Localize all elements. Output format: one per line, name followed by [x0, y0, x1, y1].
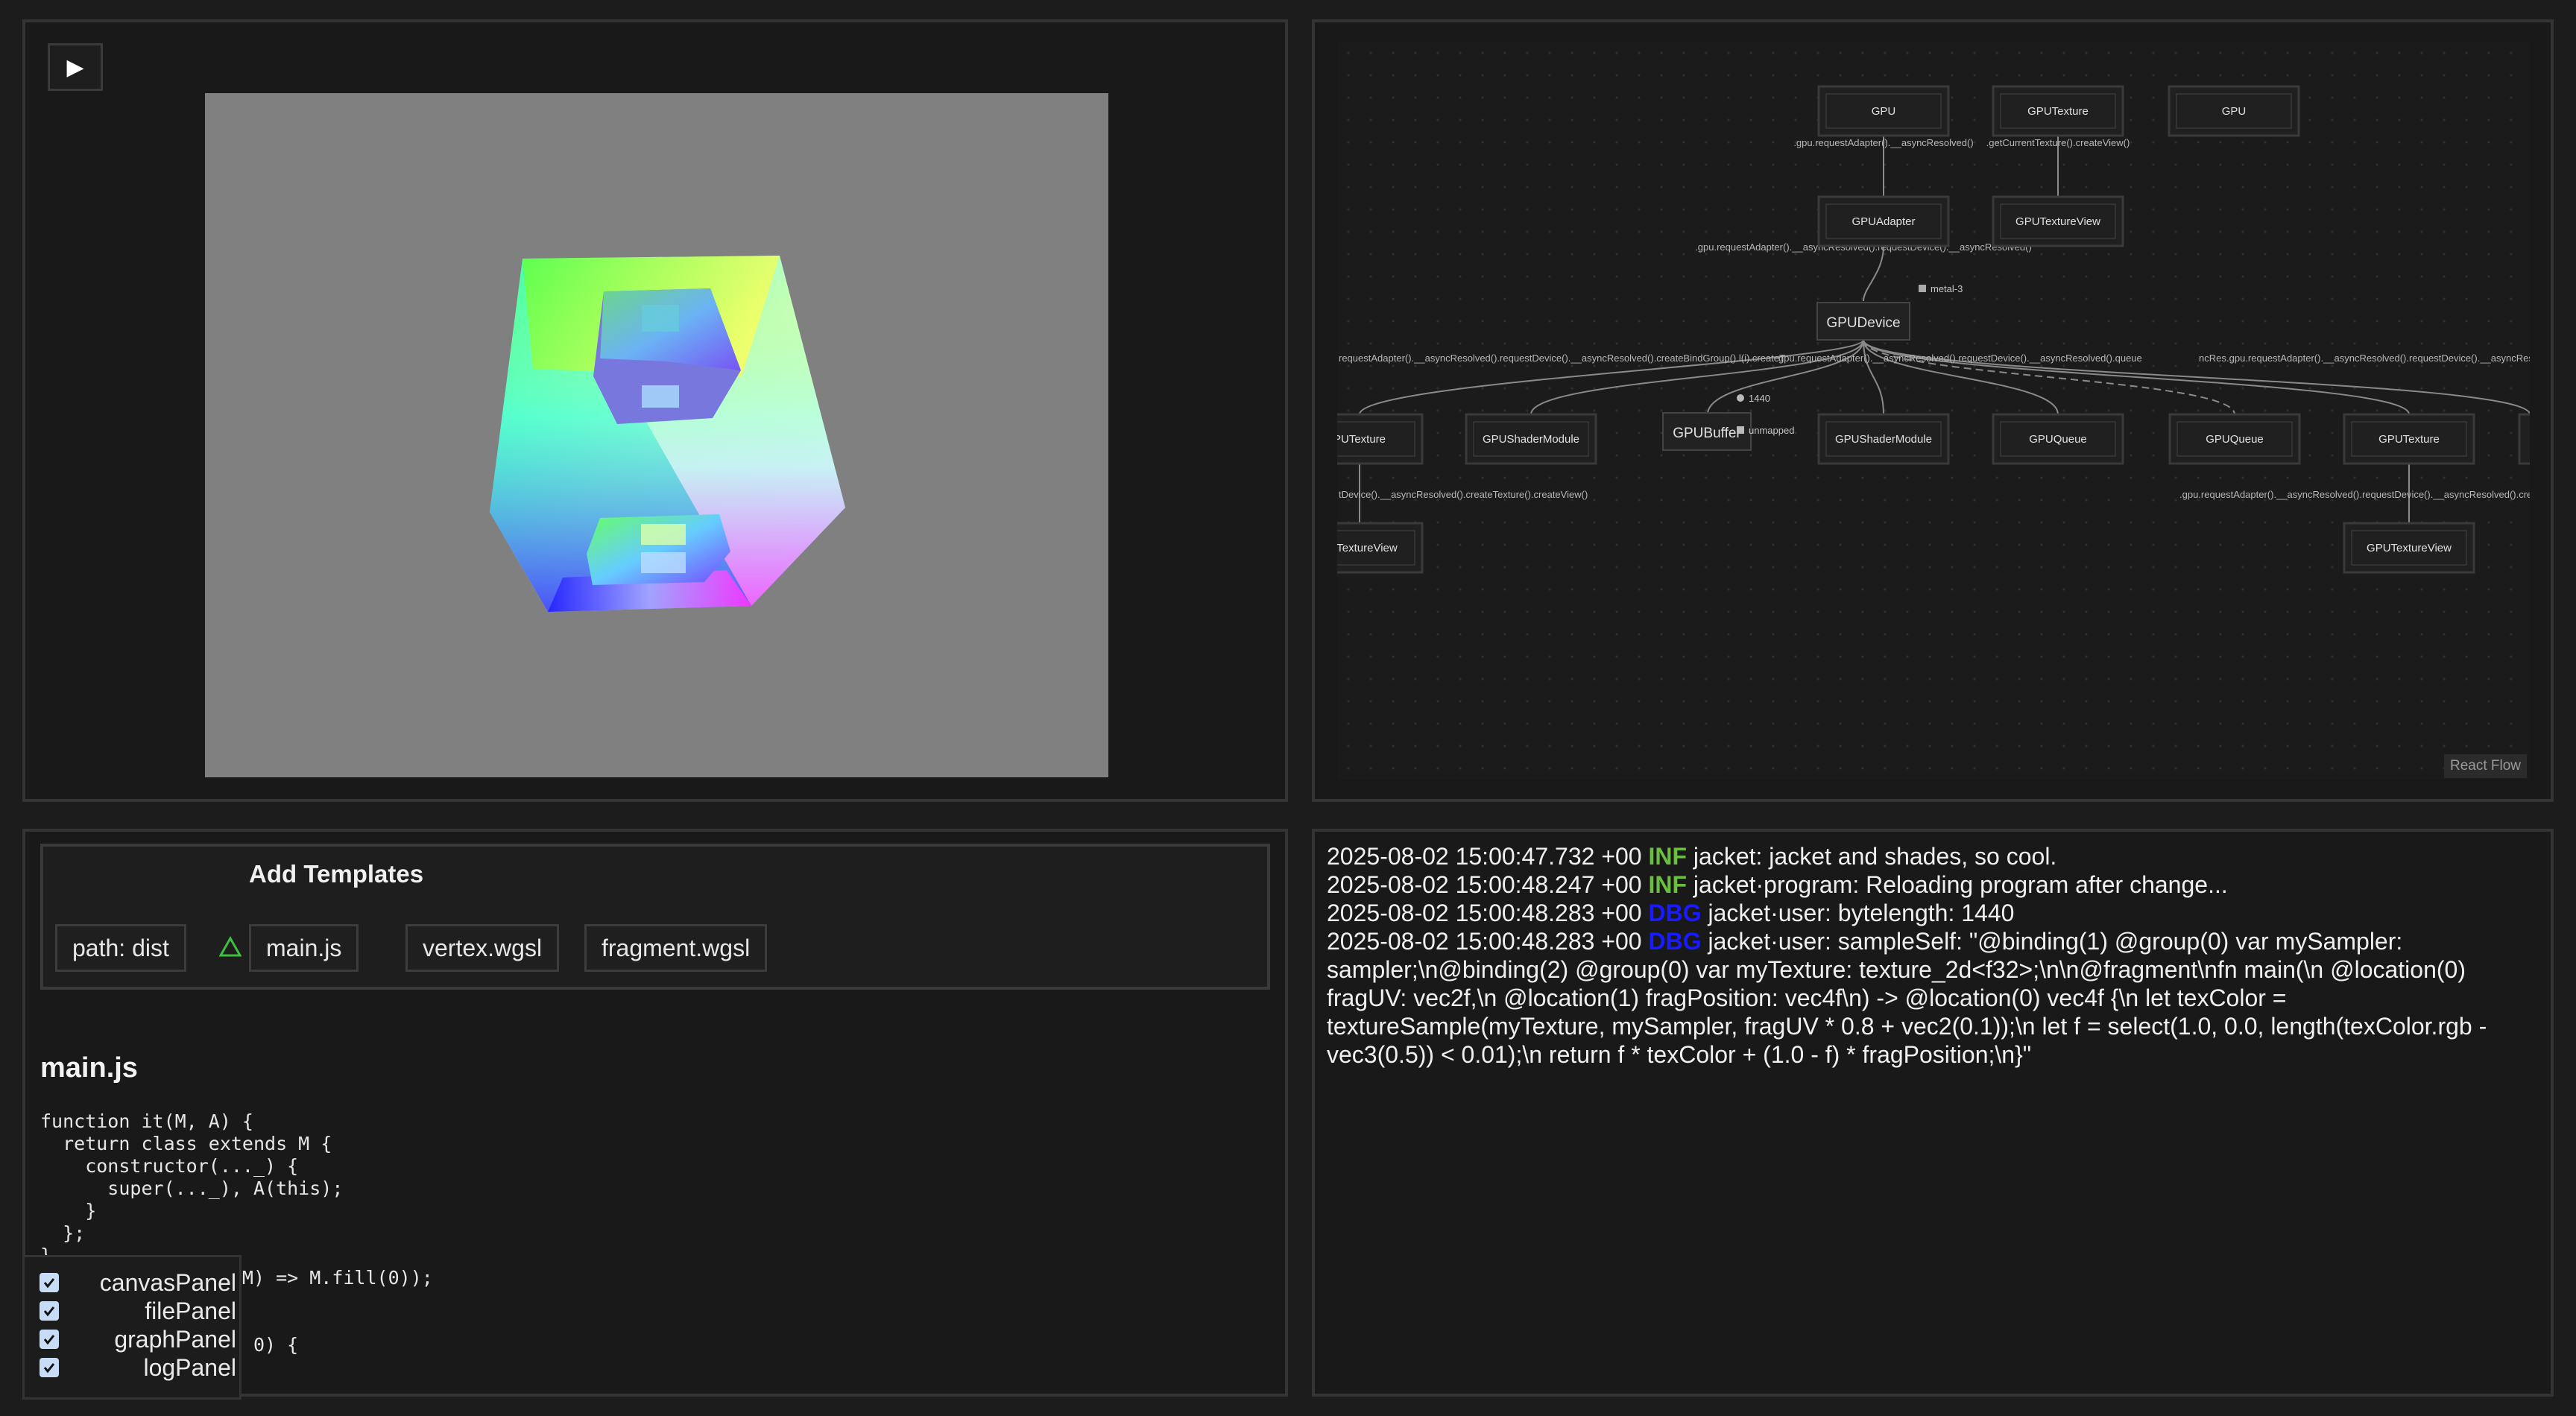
graph-node-gpu[interactable]: GPU: [1817, 85, 1950, 137]
log-line: 2025-08-02 15:00:48.283 +00 DBG jacket·u…: [1327, 928, 2487, 1068]
warning-icon: [219, 936, 242, 957]
buffer-size: 1440: [1749, 393, 1770, 404]
graph-node-gputexture[interactable]: PUTexture: [1337, 413, 1424, 465]
svg-text:GPUDevice: GPUDevice: [1826, 315, 1900, 331]
svg-text:GPU: GPU: [2222, 105, 2247, 118]
add-templates-title: Add Templates: [249, 860, 424, 888]
tab-fragment-wgsl[interactable]: fragment.wgsl: [584, 924, 768, 972]
buffer-state: unmapped: [1749, 425, 1794, 436]
react-flow-attribution[interactable]: React Flow: [2443, 754, 2527, 778]
checkbox[interactable]: [40, 1301, 59, 1321]
graph-svg: .gpu.requestAdapter().__asyncResolved() …: [1337, 85, 2530, 574]
graph-node-gputextureview[interactable]: GPUTextureView: [2343, 522, 2475, 574]
rendered-cube: [490, 256, 845, 612]
tab-vertex-wgsl[interactable]: vertex.wgsl: [405, 924, 560, 972]
svg-text:GPUTextureView: GPUTextureView: [2015, 215, 2100, 228]
edge-label: tDevice().__asyncResolved().createTextur…: [1339, 489, 1588, 500]
svg-text:GPUTexture: GPUTexture: [2378, 433, 2440, 446]
log-line: 2025-08-02 15:00:48.247 +00 INF jacket·p…: [1327, 871, 2228, 898]
log-output[interactable]: 2025-08-02 15:00:47.732 +00 INF jacket: …: [1327, 842, 2534, 1069]
svg-text:GPUShaderModule: GPUShaderModule: [1483, 433, 1579, 446]
svg-text:GPUTexture: GPUTexture: [2027, 105, 2089, 118]
graph-node-gpu[interactable]: GPU: [2168, 85, 2300, 137]
log-line: 2025-08-02 15:00:48.283 +00 DBG jacket·u…: [1327, 900, 2015, 926]
size-icon: [1737, 394, 1744, 402]
checkbox[interactable]: [40, 1358, 59, 1377]
graph-panel: .gpu.requestAdapter().__asyncResolved() …: [1312, 19, 2554, 802]
mapstate-icon: [1737, 426, 1744, 434]
graph-node-gpuqueue[interactable]: GPUQueue: [2168, 413, 2301, 465]
path-tab[interactable]: path: dist: [55, 924, 186, 972]
templates-bar: Add Templates path: dist main.js vertex.…: [40, 844, 1270, 990]
svg-text:GPU: GPU: [1872, 105, 1896, 118]
svg-text:GPUQueue: GPUQueue: [2206, 433, 2264, 446]
graph-node-gputexture[interactable]: GPUTexture: [2343, 413, 2475, 465]
graph-node-partial[interactable]: [2518, 413, 2530, 465]
edge-label: .gpu.requestAdapter().__asyncResolved().…: [2226, 353, 2530, 364]
file-title: main.js: [40, 1052, 138, 1084]
panel-toggles: canvasPanel filePanel graphPanel logPane…: [22, 1255, 242, 1400]
svg-text:GPUShaderModule: GPUShaderModule: [1835, 433, 1932, 446]
resource-graph[interactable]: .gpu.requestAdapter().__asyncResolved() …: [1337, 42, 2530, 780]
edge-label: requestAdapter().__asyncResolved().reque…: [1339, 353, 1785, 364]
checkbox[interactable]: [40, 1330, 59, 1349]
play-button[interactable]: ▶: [48, 43, 103, 91]
graph-node-gpushadermodule[interactable]: GPUShaderModule: [1465, 413, 1597, 465]
webgpu-canvas[interactable]: [205, 93, 1108, 777]
edge-label: ncRes: [2199, 353, 2226, 364]
chip-icon: [1919, 285, 1926, 292]
log-panel: 2025-08-02 15:00:47.732 +00 INF jacket: …: [1312, 829, 2554, 1397]
graph-node-gpuqueue[interactable]: GPUQueue: [1992, 413, 2124, 465]
toggle-log-panel[interactable]: logPanel: [40, 1354, 236, 1381]
svg-text:TextureView: TextureView: [1337, 542, 1398, 554]
log-line: 2025-08-02 15:00:47.732 +00 INF jacket: …: [1327, 843, 2057, 870]
toggle-file-panel[interactable]: filePanel: [40, 1298, 236, 1324]
svg-text:GPUBuffer: GPUBuffer: [1673, 426, 1741, 441]
canvas-panel: ▶: [22, 19, 1288, 802]
graph-node-gputextureview[interactable]: TextureView: [1337, 522, 1424, 574]
graph-node-gpushadermodule[interactable]: GPUShaderModule: [1817, 413, 1950, 465]
toggle-graph-panel[interactable]: graphPanel: [40, 1326, 236, 1353]
graph-node-gputexture[interactable]: GPUTexture: [1992, 85, 2124, 137]
edge-label: .gpu.requestAdapter().__asyncResolved().…: [2179, 489, 2530, 500]
graph-node-gputextureview[interactable]: GPUTextureView: [1992, 195, 2124, 247]
graph-node-gpudevice[interactable]: GPUDevice: [1816, 302, 1910, 341]
tab-main-js[interactable]: main.js: [249, 924, 359, 972]
toggle-canvas-panel[interactable]: canvasPanel: [40, 1269, 236, 1296]
device-badge: metal-3: [1931, 283, 1963, 294]
svg-text:PUTexture: PUTexture: [1337, 433, 1386, 446]
svg-text:GPUAdapter: GPUAdapter: [1852, 215, 1915, 228]
edge-label: .gpu.requestAdapter().__asyncResolved(): [1793, 137, 1973, 148]
graph-node-gpuadapter[interactable]: GPUAdapter: [1817, 195, 1950, 247]
checkbox[interactable]: [40, 1273, 59, 1292]
edge-label: .getCurrentTexture().createView(): [1986, 137, 2130, 148]
svg-text:GPUQueue: GPUQueue: [2029, 433, 2087, 446]
svg-text:GPUTextureView: GPUTextureView: [2367, 542, 2452, 554]
edge-label: gpu.requestAdapter().__asyncResolved().r…: [1778, 353, 2142, 364]
